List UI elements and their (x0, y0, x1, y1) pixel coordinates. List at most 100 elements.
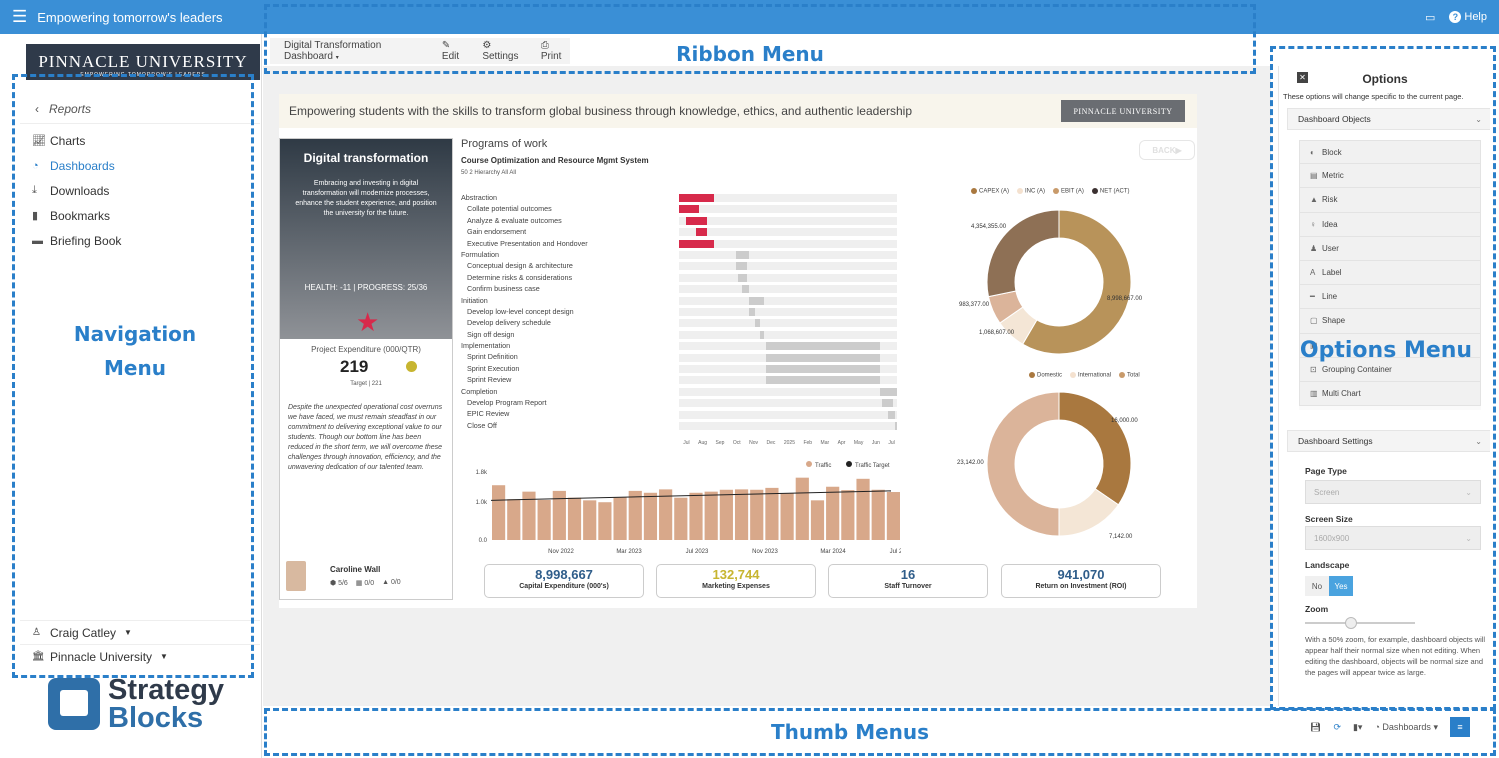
gantt-bar[interactable] (679, 239, 714, 248)
legend-swatch (1070, 372, 1077, 378)
gantt-row-label[interactable]: Executive Presentation and Hondover (461, 238, 681, 249)
gantt-track (679, 422, 897, 430)
gantt-bar[interactable] (894, 422, 897, 430)
gantt-row-label[interactable]: Completion (461, 386, 681, 397)
legend-swatch (806, 461, 812, 467)
gantt-bar[interactable] (735, 262, 747, 271)
block-card[interactable]: Digital transformation Embracing and inv… (279, 138, 453, 600)
legend-item[interactable]: EBIT (A) (1053, 188, 1084, 195)
gantt-row-label[interactable]: Abstraction (461, 192, 681, 203)
gantt-bar[interactable] (755, 319, 760, 328)
legend-item[interactable]: NET (ACT) (1091, 188, 1129, 195)
gantt-axis-tick: Jul (683, 440, 690, 446)
gantt-bar[interactable] (881, 399, 893, 408)
gantt-row-label[interactable]: Sign off design (461, 329, 681, 340)
legend-label: Traffic (815, 463, 831, 469)
gantt-row-label[interactable]: Determine risks & considerations (461, 272, 681, 283)
legend-item[interactable]: Domestic (1029, 372, 1062, 379)
gantt-row-label[interactable]: Sprint Execution (461, 363, 681, 374)
traffic-bar (795, 477, 809, 540)
gantt-bar[interactable] (888, 410, 895, 419)
legend-item[interactable]: International (1070, 372, 1111, 379)
traffic-bar (567, 497, 582, 540)
back-button[interactable]: BACK ▶ (1139, 140, 1195, 160)
gantt-row-label[interactable]: Implementation (461, 340, 681, 351)
gantt-bar[interactable] (748, 308, 756, 316)
programs-subtitle: Course Optimization and Resource Mgmt Sy… (461, 156, 649, 165)
stat-risks: ▲ 0/0 (382, 579, 401, 586)
gantt-row-label[interactable]: Close Off (461, 420, 681, 431)
gantt-bar[interactable] (766, 342, 880, 351)
card-description: Embracing and investing in digital trans… (295, 180, 437, 217)
donut-data-label: 23,142.00 (957, 460, 984, 466)
traffic-bar (719, 489, 733, 540)
gantt-axis-tick: May (853, 440, 864, 446)
gantt-axis-tick: Dec (766, 440, 776, 446)
kpi-roi[interactable]: 941,070 Return on Investment (ROI) (1001, 564, 1161, 598)
legend-swatch (1017, 188, 1024, 194)
x-tick-label: Jul 2023 (686, 549, 709, 554)
gantt-bar[interactable] (742, 285, 749, 294)
strategyblocks-logo: Strategy Blocks (48, 676, 224, 733)
gantt-axis-tick: Nov (749, 440, 759, 446)
traffic-bar (856, 478, 870, 540)
gantt-bar[interactable] (737, 273, 747, 282)
y-tick-label: 0.0 (479, 538, 488, 544)
gantt-track (679, 387, 897, 396)
gantt-row-label[interactable]: Conceptual design & architecture (461, 260, 681, 271)
traffic-bar (704, 491, 718, 540)
gantt-row-label[interactable]: Formulation (461, 249, 681, 260)
help-button[interactable]: ? Help (1449, 11, 1487, 23)
gantt-bar[interactable] (696, 228, 708, 237)
gantt-row-label[interactable]: Collate potential outcomes (461, 203, 681, 214)
gantt-bar[interactable] (679, 194, 714, 202)
gantt-row-label[interactable]: Sprint Review (461, 374, 681, 385)
gantt-row-label[interactable]: Sprint Definition (461, 351, 681, 362)
gantt-row-label[interactable]: Develop delivery schedule (461, 317, 681, 328)
gantt-bar[interactable] (759, 330, 765, 339)
gantt-row-label[interactable]: Initiation (461, 295, 681, 306)
gantt-track (679, 285, 897, 294)
monitor-icon[interactable]: ▭ (1425, 11, 1435, 24)
kpi-capex[interactable]: 8,998,667 Capital Expenditure (000's) (484, 564, 644, 598)
gantt-bar[interactable] (879, 387, 897, 396)
kpi-marketing[interactable]: 132,744 Marketing Expenses (656, 564, 816, 598)
legend-item[interactable]: INC (A) (1017, 188, 1045, 195)
students-donut-chart: 16,000.00 7,142.00 23,142.00 (957, 391, 1138, 540)
traffic-bar (674, 497, 688, 540)
gantt-row-label[interactable]: Analyze & evaluate outcomes (461, 215, 681, 226)
gantt-row-label[interactable]: Develop low-level concept design (461, 306, 681, 317)
gantt-row-label[interactable]: EPIC Review (461, 408, 681, 419)
donut-data-label: 16,000.00 (1111, 418, 1138, 424)
gantt-bar[interactable] (766, 376, 880, 385)
stat-blocks: ⬢ 5/6 (330, 580, 348, 587)
status-dot (406, 361, 417, 372)
y-tick-label: 1.0k (476, 500, 488, 506)
gantt-bar[interactable] (748, 296, 764, 305)
programs-meta: 50 2 Hierarchy All All (461, 170, 517, 176)
gantt-row-label[interactable]: Confirm business case (461, 283, 681, 294)
gantt-bar[interactable] (766, 353, 880, 362)
gantt-track (679, 296, 897, 305)
hamburger-menu-icon[interactable]: ☰ (12, 7, 27, 27)
card-title: Digital transformation (303, 151, 429, 165)
gantt-bar[interactable] (679, 205, 699, 214)
app-title: Empowering tomorrow's leaders (37, 9, 223, 25)
gantt-track (679, 262, 897, 271)
legend-item[interactable]: CAPEX (A) (971, 188, 1009, 195)
gantt-track (679, 251, 897, 259)
legend-swatch (1091, 188, 1098, 194)
legend-label: CAPEX (A) (979, 188, 1010, 195)
kpi-staff-turnover[interactable]: 16 Staff Turnover (828, 564, 988, 598)
donut2-legend: Domestic International Total (1029, 372, 1140, 379)
legend-swatch (1029, 372, 1035, 378)
gantt-row-label[interactable]: Develop Program Report (461, 397, 681, 408)
gantt-bar[interactable] (735, 251, 749, 259)
programs-title: Programs of work (461, 138, 548, 150)
y-tick-label: 1.8k (476, 470, 488, 476)
gantt-bar[interactable] (766, 365, 880, 373)
dashboard-page: Empowering students with the skills to t… (279, 94, 1197, 608)
legend-item[interactable]: Total (1119, 372, 1140, 379)
gantt-row-label[interactable]: Gain endorsement (461, 226, 681, 237)
gantt-bar[interactable] (685, 216, 708, 225)
